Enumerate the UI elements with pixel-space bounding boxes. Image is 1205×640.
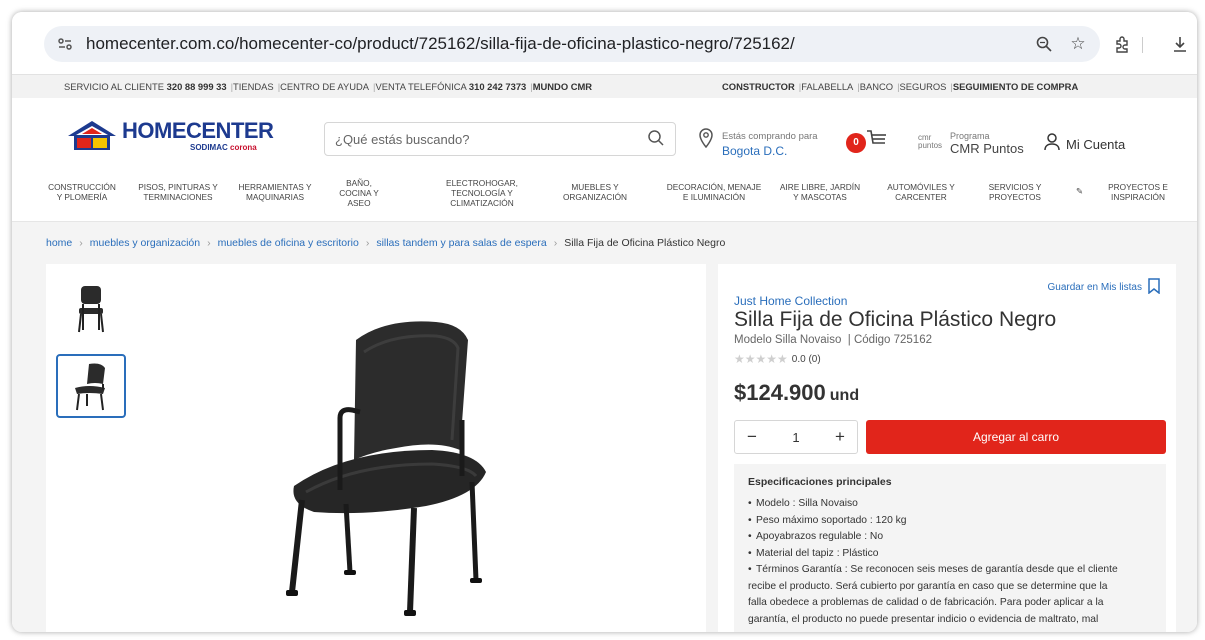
- utility-links-left: SERVICIO AL CLIENTE 320 88 999 33 |TIENDA…: [64, 81, 592, 92]
- main-specifications: Especificaciones principales Modelo : Si…: [734, 464, 1166, 632]
- search-input[interactable]: ¿Qué estás buscando?: [324, 122, 676, 156]
- spec-item: Términos Garantía : Se reconocen seis me…: [748, 562, 1152, 579]
- breadcrumb-link-3[interactable]: sillas tandem y para salas de espera: [376, 237, 546, 249]
- utility-left-link-4[interactable]: MUNDO CMR: [533, 81, 592, 92]
- thumbnail-2[interactable]: [56, 354, 126, 418]
- utility-right-link-1[interactable]: FALABELLA: [801, 81, 853, 92]
- chevron-right-icon: ›: [365, 237, 370, 249]
- save-to-list-label: Guardar en Mis listas: [1047, 282, 1142, 293]
- download-icon[interactable]: [1168, 32, 1192, 56]
- product-info-panel: Guardar en Mis listas Just Home Collecti…: [718, 264, 1176, 632]
- category-item-6[interactable]: DECORACIÓN, MENAJE E ILUMINACIÓN: [658, 182, 770, 202]
- search-icon[interactable]: [647, 129, 665, 152]
- chevron-right-icon: ›: [79, 237, 83, 249]
- spec-continuation: falla obedece a problemas de calidad o d…: [748, 597, 1104, 608]
- category-item-1[interactable]: PISOS, PINTURAS Y TERMINACIONES: [130, 182, 226, 202]
- category-item-9[interactable]: SERVICIOS Y PROYECTOS: [982, 182, 1048, 202]
- utility-left-link-2[interactable]: CENTRO DE AYUDA: [280, 81, 369, 92]
- utility-links-right: CONSTRUCTOR |FALABELLA |BANCO |SEGUROS |SEGU…: [722, 81, 1078, 92]
- bookmark-list-icon: [1146, 278, 1162, 297]
- breadcrumb-link-1[interactable]: muebles y organización: [90, 237, 200, 249]
- quantity-stepper: − 1 +: [734, 420, 858, 454]
- category-item-5[interactable]: MUEBLES Y ORGANIZACIÓN: [552, 182, 638, 202]
- product-gallery: [46, 264, 706, 632]
- quantity-value[interactable]: 1: [792, 430, 799, 445]
- homecenter-logo[interactable]: HOMECENTER SODIMAC corona: [60, 118, 274, 156]
- category-item-4[interactable]: ELECTROHOGAR, TECNOLOGÍA Y CLIMATIZACIÓN: [432, 178, 532, 208]
- url-text[interactable]: homecenter.com.co/homecenter-co/product/…: [86, 34, 795, 54]
- product-title: Silla Fija de Oficina Plástico Negro: [734, 308, 1057, 331]
- specs-title: Especificaciones principales: [748, 476, 892, 488]
- category-item-7[interactable]: AIRE LIBRE, JARDÍN Y MASCOTAS: [772, 182, 868, 202]
- chevron-right-icon: ›: [553, 237, 558, 249]
- utility-right-link-2[interactable]: BANCO: [860, 81, 893, 92]
- account-link[interactable]: Mi Cuenta: [1044, 133, 1125, 156]
- spec-item: Apoyabrazos regulable : No: [748, 529, 1152, 546]
- thumbnail-1[interactable]: [56, 276, 126, 340]
- location-city[interactable]: Bogota D.C.: [722, 144, 787, 158]
- utility-left-link-3[interactable]: VENTA TELEFÓNICA 310 242 7373: [375, 81, 526, 92]
- cmr-caption: Programa: [950, 131, 990, 141]
- category-item-3[interactable]: BAÑO, COCINA Y ASEO: [336, 178, 382, 208]
- category-item-10[interactable]: ✎ PROYECTOS E INSPIRACIÓN: [1076, 182, 1186, 202]
- breadcrumb: home › muebles y organización › muebles de o…: [12, 222, 1197, 262]
- rating-text: 0.0 (0): [791, 353, 821, 365]
- browser-toolbar: homecenter.com.co/homecenter-co/product/…: [12, 12, 1197, 74]
- cart-icon[interactable]: [866, 129, 888, 155]
- cart-count-badge: 0: [846, 133, 866, 153]
- utility-bar: SERVICIO AL CLIENTE 320 88 999 33 |TIENDA…: [12, 74, 1197, 98]
- search-placeholder: ¿Qué estás buscando?: [335, 131, 470, 147]
- site-header: HOMECENTER SODIMAC corona ¿Qué estás bus…: [12, 98, 1197, 170]
- bookmark-star-icon[interactable]: ☆: [1066, 32, 1090, 56]
- spec-continuation: garantía, el producto no puede presentar…: [748, 613, 1099, 625]
- spec-continuation: recibe el producto. Será cubierto por ga…: [748, 580, 1108, 592]
- spec-item: Peso máximo soportado : 120 kg: [748, 513, 1152, 530]
- extensions-icon[interactable]: [1110, 32, 1134, 56]
- cmr-label: CMR Puntos: [950, 141, 1024, 156]
- account-label: Mi Cuenta: [1066, 137, 1126, 152]
- logo-text: HOMECENTER: [122, 118, 274, 143]
- product-main-image[interactable]: [236, 300, 536, 630]
- house-logo-icon: [68, 121, 116, 150]
- logo-subtext: SODIMAC corona: [190, 143, 257, 152]
- site-info-icon[interactable]: [50, 29, 80, 59]
- category-item-2[interactable]: HERRAMIENTAS Y MAQUINARIAS: [232, 182, 318, 202]
- breadcrumb-trail: home › muebles y organización › muebles de o…: [46, 237, 725, 249]
- address-bar[interactable]: homecenter.com.co/homecenter-co/product/…: [44, 26, 1100, 62]
- utility-right-link-0[interactable]: CONSTRUCTOR: [722, 81, 795, 92]
- product-rating[interactable]: ★★★★★ 0.0 (0): [734, 352, 821, 366]
- add-to-cart-button[interactable]: Agregar al carro: [866, 420, 1166, 454]
- spec-item: Material del tapiz : Plástico: [748, 546, 1152, 563]
- chair-thumbnail-icon: [75, 363, 105, 411]
- location-caption: Estás comprando para: [722, 131, 818, 142]
- breadcrumb-current: Silla Fija de Oficina Plástico Negro: [564, 237, 726, 249]
- utility-right-link-4[interactable]: SEGUIMIENTO DE COMPRA: [953, 81, 1078, 92]
- category-item-0[interactable]: CONSTRUCCIÓN Y PLOMERÍA: [42, 182, 122, 202]
- rating-stars-icon: ★★★★★: [734, 352, 788, 366]
- location-pin-icon: [698, 128, 714, 153]
- product-model-code: Modelo Silla Novaiso | Código 725162: [734, 334, 932, 346]
- pencil-icon: ✎: [1076, 186, 1083, 196]
- increase-quantity-button[interactable]: +: [835, 427, 845, 447]
- toolbar-divider: [1142, 37, 1143, 53]
- save-to-list-link[interactable]: Guardar en Mis listas: [1048, 278, 1162, 297]
- product-price: $124.900 und: [734, 380, 860, 405]
- user-icon: [1044, 133, 1060, 156]
- browser-window: homecenter.com.co/homecenter-co/product/…: [12, 12, 1197, 632]
- zoom-icon[interactable]: [1032, 32, 1056, 56]
- product-brand[interactable]: Just Home Collection: [734, 294, 847, 308]
- chevron-right-icon: ›: [207, 237, 211, 249]
- utility-left-link-0[interactable]: SERVICIO AL CLIENTE 320 88 999 33: [64, 81, 227, 92]
- spec-item: Modelo : Silla Novaiso: [748, 496, 1152, 513]
- decrease-quantity-button[interactable]: −: [747, 427, 757, 447]
- chair-thumbnail-icon: [78, 286, 104, 333]
- breadcrumb-link-2[interactable]: muebles de oficina y escritorio: [218, 237, 359, 249]
- category-nav: CONSTRUCCIÓN Y PLOMERÍA PISOS, PINTURAS Y…: [12, 170, 1197, 222]
- category-item-8[interactable]: AUTOMÓVILES Y CARCENTER: [876, 182, 966, 202]
- utility-left-link-1[interactable]: TIENDAS: [233, 81, 274, 92]
- utility-right-link-3[interactable]: SEGUROS: [900, 81, 947, 92]
- breadcrumb-link-0[interactable]: home: [46, 237, 72, 249]
- cmr-logo: cmr puntos: [918, 133, 943, 150]
